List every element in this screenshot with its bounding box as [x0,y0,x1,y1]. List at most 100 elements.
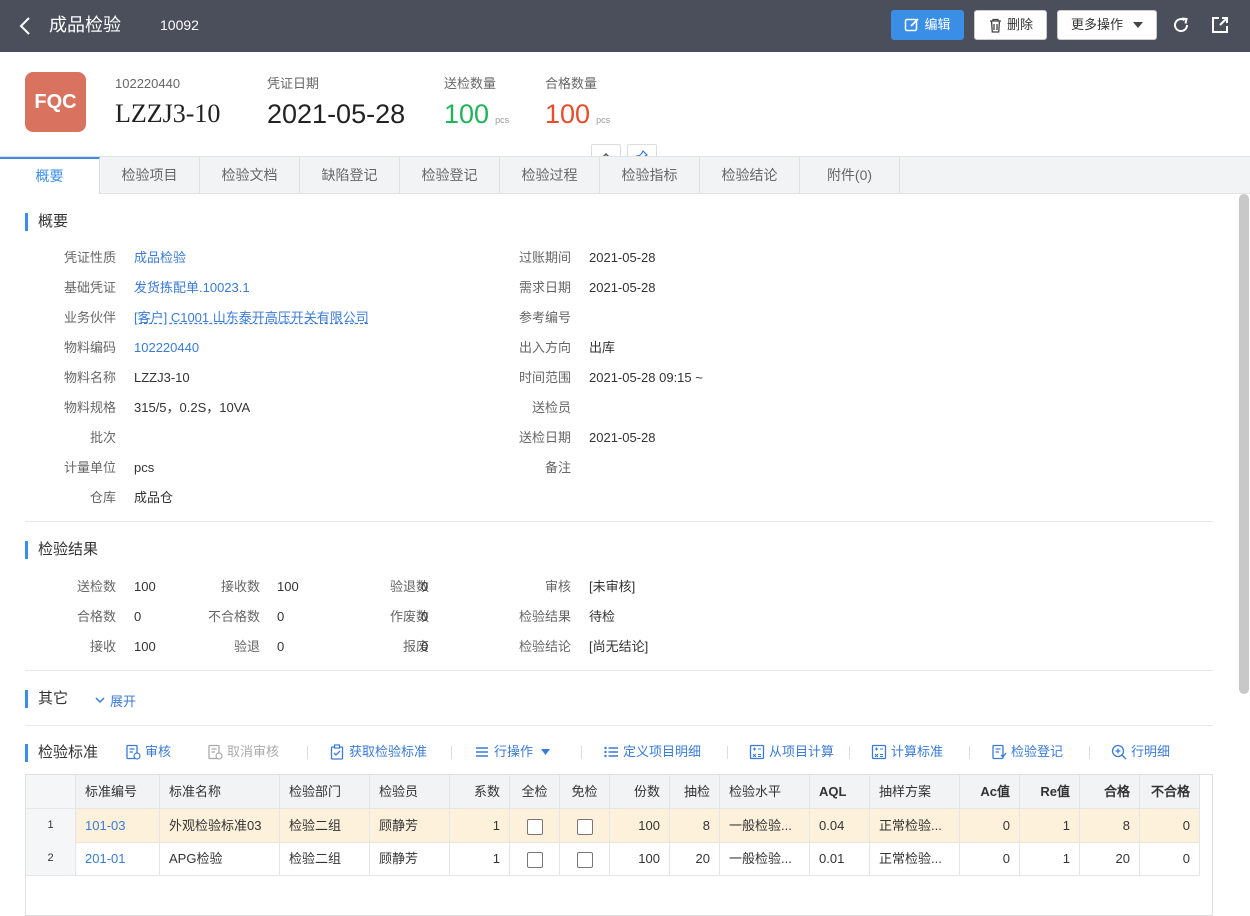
summary-value[interactable]: 成品检验 [134,250,186,266]
exempt-cell [560,809,610,843]
scrollbar-thumb[interactable] [1239,194,1249,694]
delete-button[interactable]: 删除 [974,10,1047,40]
column-header[interactable]: 合格 [1080,775,1140,809]
row-number: 1 [26,809,76,843]
register-icon [992,744,1007,760]
table-row[interactable]: 2 201-01 APG检验 检验二组 顾静芳 1 100 20 一般检验... 0.01 正常检验… [26,842,1214,876]
result-label: 接收数 [220,579,260,594]
ac-cell: 0 [960,809,1020,843]
code-cell[interactable]: 201-01 [76,842,160,876]
sent-qty-value: 100 [444,99,490,129]
fail-cell: 0 [1140,842,1200,876]
toolbar-button-4[interactable]: 定义项目明细 [603,743,701,761]
voucher-date-value: 2021-05-28 [267,99,406,129]
full-checkbox[interactable] [526,851,543,868]
dept-cell: 检验二组 [280,809,370,843]
tab-2[interactable]: 检验文档 [200,157,300,194]
audit-icon [126,744,141,760]
tab-5[interactable]: 检验过程 [500,157,600,194]
back-icon[interactable] [16,14,36,38]
toolbar-label: 取消审核 [227,744,280,759]
column-header[interactable]: 全检 [510,775,560,809]
voucher-date-label: 凭证日期 [267,76,320,91]
toolbar-button-6[interactable]: 计算标准 [871,743,943,761]
copies-cell: 100 [610,809,670,843]
column-header[interactable]: 免检 [560,775,610,809]
result-value: [未审核] [589,579,636,594]
toolbar-button-7[interactable]: 检验登记 [991,743,1063,761]
column-header[interactable]: 检验水平 [720,775,810,809]
coef-cell: 1 [450,809,510,843]
code-cell[interactable]: 101-03 [76,809,160,843]
column-header[interactable]: 份数 [610,775,670,809]
tab-1[interactable]: 检验项目 [100,157,200,194]
column-header[interactable]: 不合格 [1140,775,1200,809]
toolbar-button-2[interactable]: 获取检验标准 [329,743,427,761]
toolbar-button-3[interactable]: 行操作 [474,743,551,761]
result-value: [尚无结论] [589,639,649,654]
column-header[interactable]: 抽检 [670,775,720,809]
toolbar-button-1[interactable]: 取消审核 [207,743,279,761]
toolbar-label: 获取检验标准 [349,744,428,759]
summary-label: 送检员 [531,400,571,415]
column-header[interactable]: 标准名称 [160,775,280,809]
summary-value[interactable]: [客户] C1001 山东泰开高压开关有限公司 [134,310,369,326]
result-value: 100 [134,579,156,594]
tab-4[interactable]: 检验登记 [400,157,500,194]
voucher-date-block: 凭证日期 2021-05-28 [267,76,405,130]
tab-7[interactable]: 检验结论 [700,157,800,194]
column-header[interactable]: Ac值 [960,775,1020,809]
tab-3[interactable]: 缺陷登记 [300,157,400,194]
toolbar-button-5[interactable]: 从项目计算 [749,743,834,761]
edit-label: 编辑 [924,17,951,32]
column-header[interactable]: Re值 [1020,775,1080,809]
table-row[interactable]: 1 101-03 外观检验标准03 检验二组 顾静芳 1 100 8 一般检验... 0.04 正常… [26,809,1214,843]
result-label: 验退数 [389,579,429,594]
more-actions-button[interactable]: 更多操作 [1057,10,1157,40]
expand-toggle[interactable]: 展开 [95,691,136,710]
column-header[interactable]: 系数 [450,775,510,809]
top-bar: 成品检验 10092 编辑 删除 更多操作 [0,0,1250,52]
column-header[interactable]: 检验部门 [280,775,370,809]
other-section-title: 其它 [25,690,68,708]
column-header[interactable]: AQL [810,775,870,809]
edit-button[interactable]: 编辑 [891,10,964,40]
tab-6[interactable]: 检验指标 [600,157,700,194]
toolbar-label: 审核 [145,744,172,759]
result-label: 检验结论 [518,639,571,654]
summary-value[interactable]: 发货拣配单.10023.1 [134,280,250,296]
share-icon[interactable] [1210,15,1230,35]
summary-label: 时间范围 [518,370,571,385]
column-header[interactable]: 抽样方案 [870,775,960,809]
standards-toolbar: 审核 取消审核 获取检验标准 行操作 定义项目明细 从项目计算 计算标准 检验登记 行明细 [0,743,1236,763]
result-label: 检验结果 [518,609,571,624]
fqc-logo: FQC [25,72,86,132]
tab-0[interactable]: 概要 [0,157,100,194]
full-cell [510,842,560,876]
summary-label: 过账期间 [518,250,571,265]
summary-value[interactable]: 102220440 [134,340,199,356]
column-header[interactable]: 标准编号 [76,775,160,809]
summary-label: 参考编号 [518,310,571,325]
caret-down-icon [1133,22,1143,28]
tab-8[interactable]: 附件(0) [800,157,900,194]
pass-qty-label: 合格数量 [545,76,598,91]
exempt-checkbox[interactable] [576,851,593,868]
refresh-icon[interactable] [1171,15,1191,35]
column-header[interactable]: 检验员 [370,775,450,809]
toolbar-separator [307,746,308,759]
full-checkbox[interactable] [526,818,543,835]
divider [25,670,1213,671]
vertical-scrollbar[interactable] [1238,194,1250,916]
inspector-cell: 顾静芳 [370,809,450,843]
pass-qty-block: 合格数量 100 pcs [545,76,610,136]
summary-label: 出入方向 [518,340,571,355]
cancel-audit-icon [208,744,223,760]
toolbar-button-8[interactable]: 行明细 [1111,743,1170,761]
toolbar-button-0[interactable]: 审核 [125,743,171,761]
exempt-checkbox[interactable] [576,818,593,835]
result-value: 0 [134,609,142,624]
name-cell: APG检验 [160,842,280,876]
summary-label: 物料编码 [63,340,116,355]
row-number: 2 [26,842,76,876]
